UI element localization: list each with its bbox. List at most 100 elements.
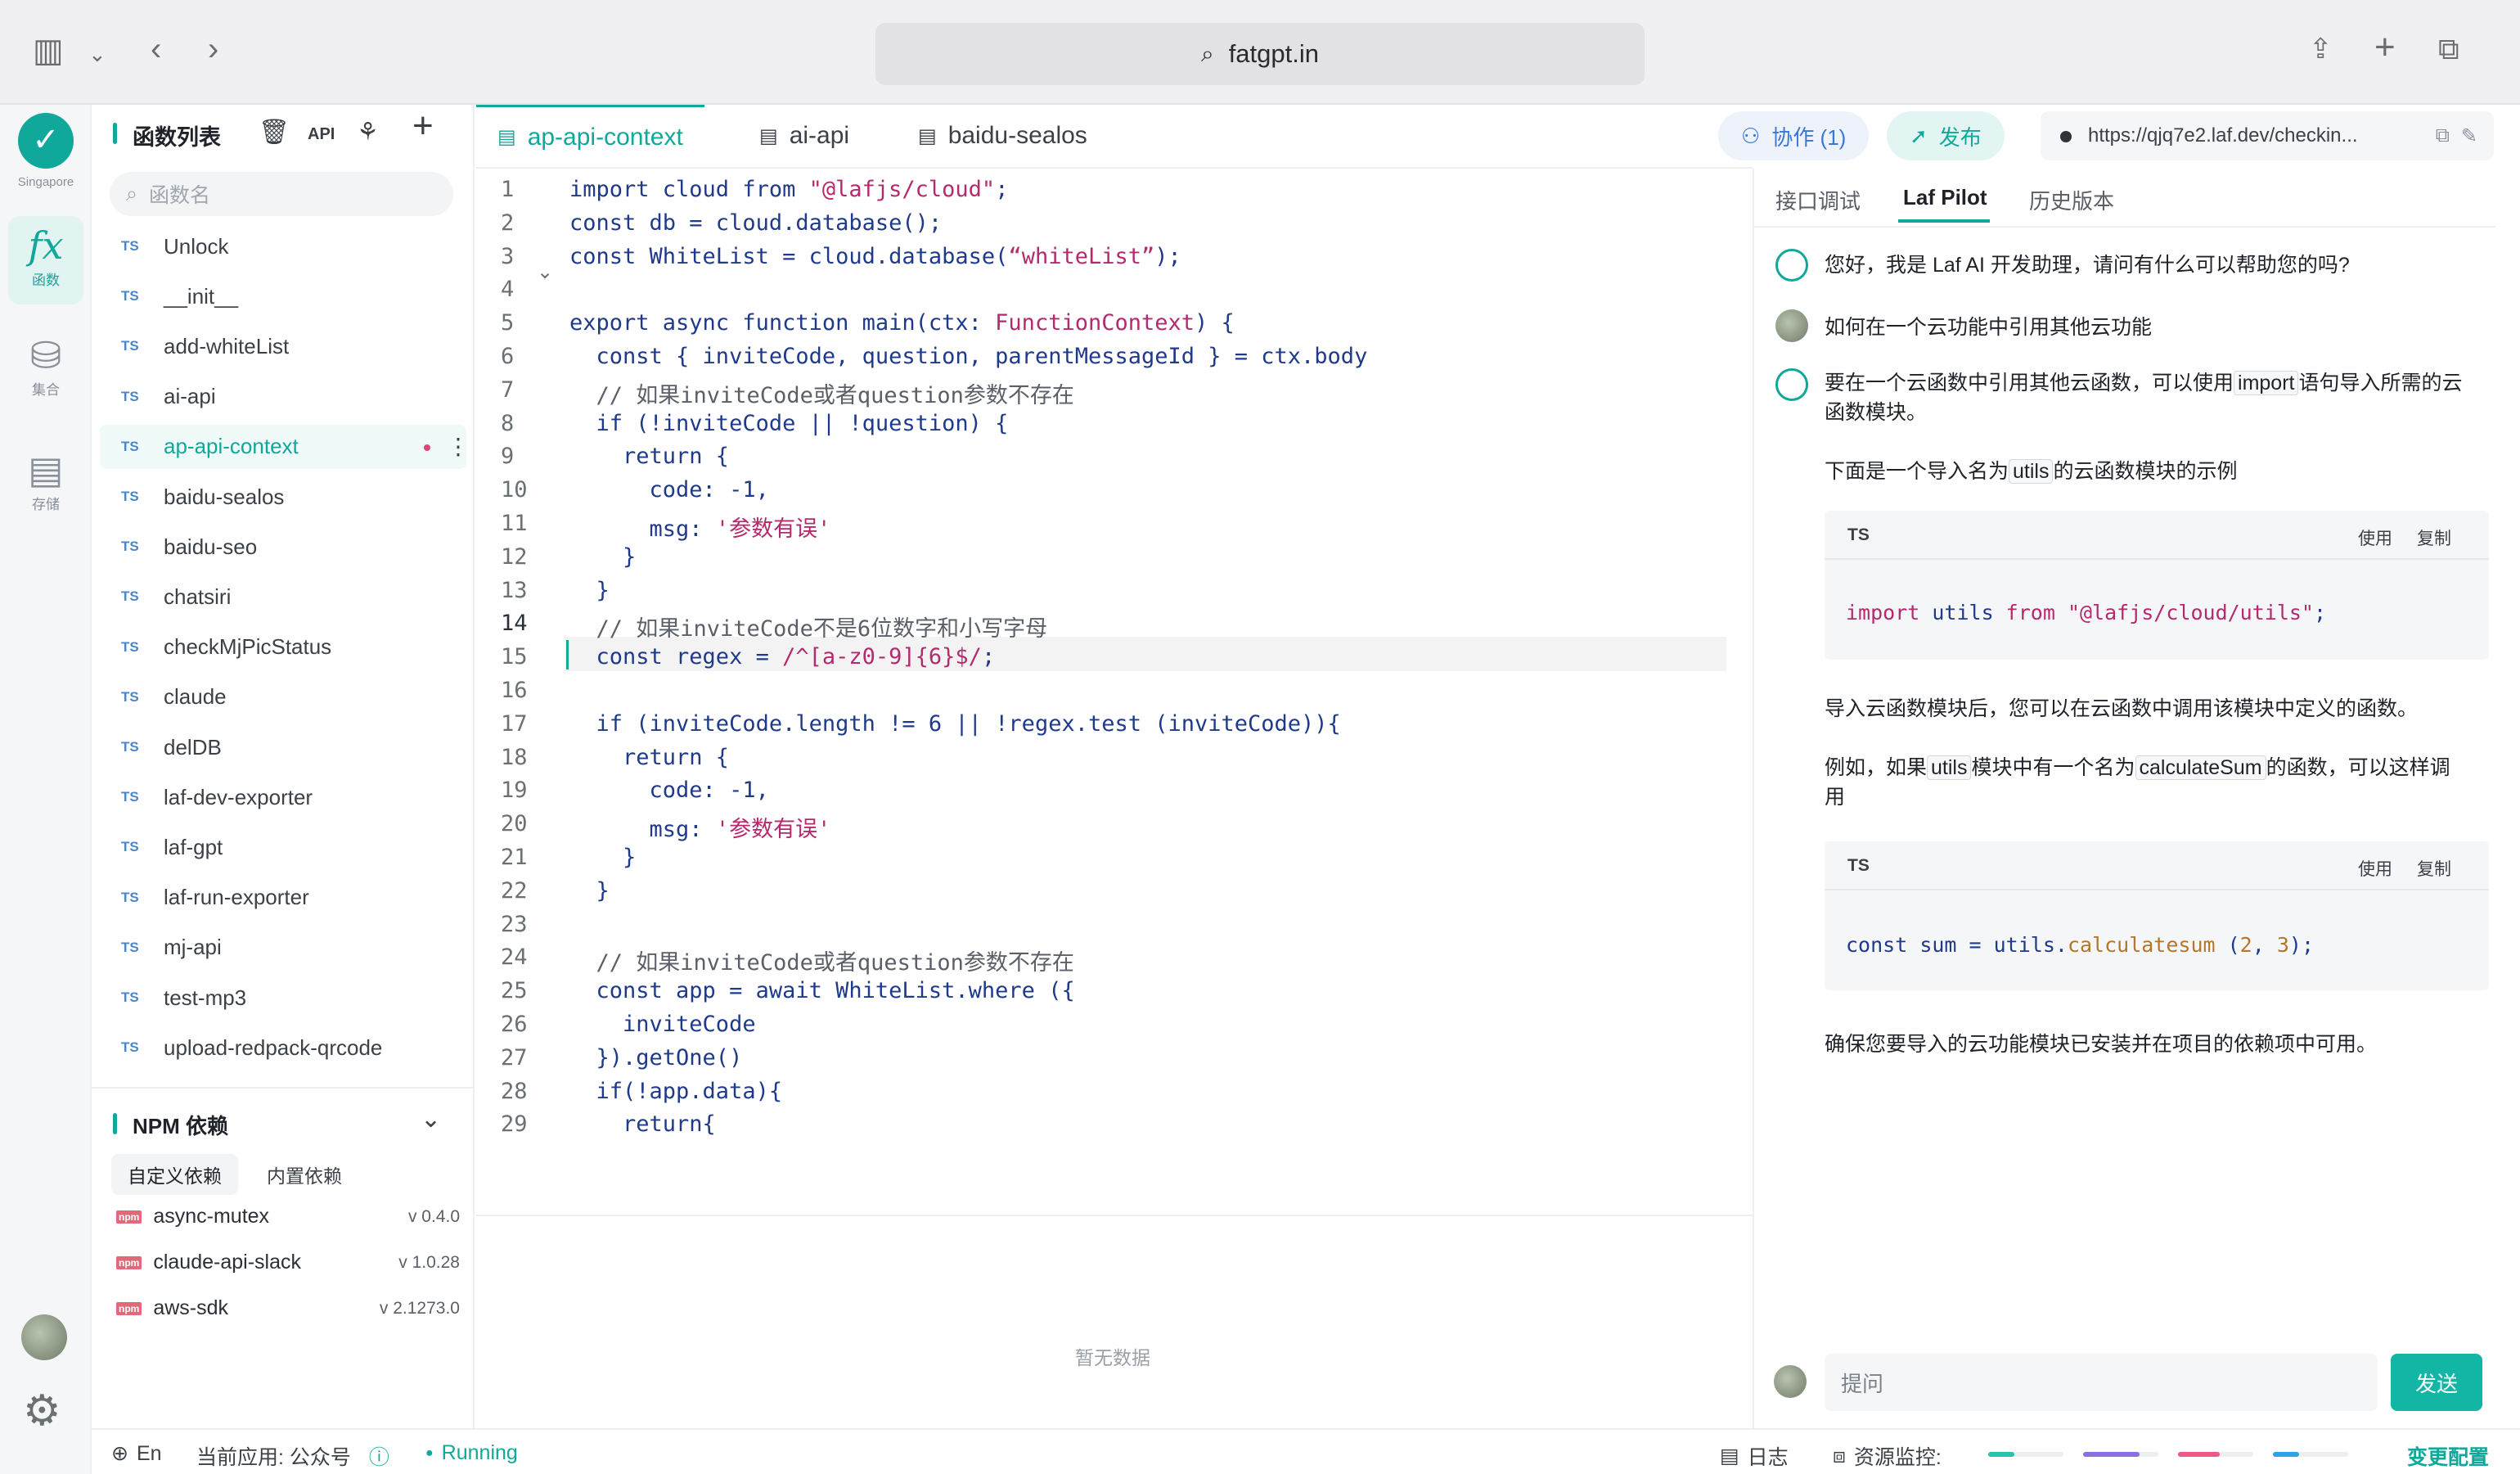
function-name: baidu-seo bbox=[164, 534, 258, 559]
rail-storage[interactable]: ▤ 存储 bbox=[8, 449, 83, 530]
ai-pilot-panel: 接口调试 Laf Pilot 历史版本 您好，我是 Laf AI 开发助理，请问… bbox=[1753, 169, 2495, 1429]
function-item[interactable]: TS test-mp3 bbox=[100, 976, 466, 1020]
code-line: return { bbox=[569, 444, 730, 470]
back-icon[interactable]: ‹ bbox=[151, 33, 161, 65]
code-line: } bbox=[569, 877, 610, 904]
code-snippet: import utils from "@lafjs/cloud/utils"; bbox=[1846, 601, 2327, 624]
function-search-input[interactable]: ⌕ 函数名 bbox=[110, 172, 453, 216]
line-number: 17 bbox=[501, 710, 528, 737]
use-code-button[interactable]: 使用 bbox=[2358, 525, 2392, 550]
language-switch[interactable]: ⊕ En bbox=[111, 1441, 162, 1466]
function-item[interactable]: TS ap-api-context ⋮ bbox=[100, 424, 470, 469]
line-number: 18 bbox=[501, 744, 528, 770]
tab-interface-debug[interactable]: 接口调试 bbox=[1775, 185, 1861, 215]
npm-package-row[interactable]: npm claude-api-slack v 1.0.28 bbox=[116, 1251, 460, 1274]
function-url-field[interactable]: https://qjq7e2.laf.dev/checkin... ⧉ ✎ bbox=[2041, 111, 2494, 160]
code-line: msg: '参数有误' bbox=[569, 516, 831, 542]
function-name: laf-dev-exporter bbox=[164, 784, 313, 809]
editor-tab[interactable]: ▤ ai-api bbox=[738, 105, 871, 167]
npm-tab-builtin[interactable]: 内置依赖 bbox=[250, 1154, 358, 1195]
function-item[interactable]: TS claude bbox=[100, 675, 466, 719]
forward-icon[interactable]: › bbox=[208, 33, 218, 65]
resource-meter bbox=[2083, 1452, 2158, 1457]
function-item[interactable]: TS mj-api bbox=[100, 926, 466, 970]
question-input[interactable]: 提问 bbox=[1825, 1354, 2378, 1411]
share-icon[interactable]: ⇪ bbox=[2309, 33, 2333, 65]
npm-tab-custom[interactable]: 自定义依赖 bbox=[111, 1154, 238, 1195]
bot-avatar-icon bbox=[1775, 368, 1808, 401]
code-editor[interactable]: 1 import cloud from "@lafjs/cloud"; 2 const… bbox=[476, 177, 1753, 1200]
function-item[interactable]: TS laf-gpt bbox=[100, 825, 466, 869]
send-button[interactable]: 发送 bbox=[2391, 1354, 2482, 1411]
function-name: checkMjPicStatus bbox=[164, 634, 332, 660]
function-item[interactable]: TS checkMjPicStatus bbox=[100, 625, 466, 669]
running-dot: ● bbox=[425, 1445, 434, 1460]
function-item[interactable]: TS baidu-sealos bbox=[100, 475, 466, 519]
function-item[interactable]: TS upload-redpack-qrcode bbox=[100, 1025, 466, 1070]
log-button[interactable]: ▤ 日志 bbox=[1720, 1441, 1789, 1471]
function-name: laf-gpt bbox=[164, 834, 223, 859]
recycle-bin-icon[interactable]: 🗑 bbox=[259, 119, 290, 146]
copy-code-button[interactable]: 复制 bbox=[2417, 525, 2451, 550]
function-item[interactable]: TS chatsiri bbox=[100, 575, 466, 619]
function-item[interactable]: TS delDB bbox=[100, 725, 466, 769]
editor-tab[interactable]: ▤ ap-api-context bbox=[476, 105, 704, 167]
rail-functions[interactable]: fx 函数 bbox=[8, 216, 83, 304]
settings-gear-icon[interactable]: ⚙ bbox=[23, 1390, 61, 1432]
address-bar[interactable]: ⌕ fatgpt.in bbox=[875, 23, 1645, 85]
tabs-icon[interactable]: ⧉ bbox=[2438, 33, 2459, 65]
code-line: inviteCode bbox=[569, 1012, 756, 1037]
function-url-text: https://qjq7e2.laf.dev/checkin... bbox=[2088, 124, 2358, 146]
answer-closing: 确保您要导入的云功能模块已安装并在项目的依赖项中可用。 bbox=[1825, 1033, 2378, 1056]
chevron-down-icon[interactable]: ⌄ bbox=[421, 1105, 441, 1134]
user-avatar[interactable] bbox=[21, 1314, 67, 1360]
answer-after-import: 导入云函数模块后，您可以在云函数中调用该模块中定义的函数。 bbox=[1825, 697, 2419, 720]
npm-package-row[interactable]: npm async-mutex v 0.4.0 bbox=[116, 1205, 460, 1228]
code-line: if(!app.data){ bbox=[569, 1078, 783, 1104]
change-config-button[interactable]: 变更配置 bbox=[2407, 1441, 2489, 1471]
more-options-icon[interactable]: ⋮ bbox=[447, 433, 470, 460]
npm-package-row[interactable]: npm aws-sdk v 2.1273.0 bbox=[116, 1296, 460, 1320]
code-line: const db = cloud.database(); bbox=[569, 210, 943, 236]
copy-code-button[interactable]: 复制 bbox=[2417, 856, 2451, 881]
tab-history[interactable]: 历史版本 bbox=[2029, 185, 2114, 215]
publish-button[interactable]: ➚ 发布 bbox=[1887, 111, 2005, 160]
api-icon[interactable]: API bbox=[308, 121, 335, 147]
typescript-badge: TS bbox=[121, 839, 139, 855]
code-block: TS 使用 复制 const sum = utils.calculatesum … bbox=[1825, 841, 2489, 990]
copy-icon[interactable]: ⧉ bbox=[2436, 124, 2450, 147]
function-item[interactable]: TS baidu-seo bbox=[100, 525, 466, 569]
rail-collections[interactable]: ⛁ 集合 bbox=[8, 334, 83, 416]
tab-laf-pilot[interactable]: Laf Pilot bbox=[1903, 185, 1987, 210]
fold-chevron-icon[interactable]: ⌄ bbox=[537, 260, 553, 284]
function-item[interactable]: TS laf-dev-exporter bbox=[100, 775, 466, 819]
function-item[interactable]: TS add-whiteList bbox=[100, 324, 466, 368]
function-item[interactable]: TS Unlock bbox=[100, 224, 466, 268]
line-number: 15 bbox=[501, 644, 528, 670]
file-icon: ▤ bbox=[918, 124, 937, 147]
function-item[interactable]: TS __init__ bbox=[100, 274, 466, 318]
editor-tab[interactable]: ▤ baidu-sealos bbox=[897, 105, 1109, 167]
line-number: 26 bbox=[501, 1012, 528, 1037]
plus-icon[interactable]: + bbox=[2374, 29, 2396, 65]
code-line: import cloud from "@lafjs/cloud"; bbox=[569, 177, 1009, 202]
function-item[interactable]: TS ai-api bbox=[100, 375, 466, 419]
edit-icon[interactable]: ✎ bbox=[2461, 124, 2477, 148]
function-list-panel: 函数列表 🗑 API ⚘ + ⌕ 函数名 TS Unlock TS __init__ T… bbox=[92, 105, 475, 1428]
chevron-down-icon[interactable]: ⌄ bbox=[88, 38, 106, 70]
line-number: 6 bbox=[501, 344, 515, 369]
function-item[interactable]: TS laf-run-exporter bbox=[100, 876, 466, 920]
code-line: if (inviteCode.length != 6 || !regex.tes… bbox=[569, 710, 1341, 737]
user-avatar bbox=[1775, 309, 1808, 342]
code-line: export async function main(ctx: Function… bbox=[569, 310, 1235, 336]
sidebar-toggle-icon[interactable]: ▥ bbox=[33, 34, 64, 67]
webhook-icon[interactable]: ⚘ bbox=[357, 119, 379, 146]
answer-example-2: 例如，如果 utils 模块中有一个名为 calculateSum 的函数，可以这样调用 bbox=[1825, 755, 2450, 809]
info-icon[interactable]: ⓘ bbox=[369, 1441, 389, 1471]
collaborate-button[interactable]: ⚇ 协作 (1) bbox=[1718, 111, 1870, 160]
use-code-button[interactable]: 使用 bbox=[2358, 856, 2392, 881]
code-line: code: -1, bbox=[569, 477, 769, 503]
function-name: ai-api bbox=[164, 384, 216, 409]
add-function-icon[interactable]: + bbox=[412, 108, 434, 144]
line-number: 8 bbox=[501, 410, 515, 436]
